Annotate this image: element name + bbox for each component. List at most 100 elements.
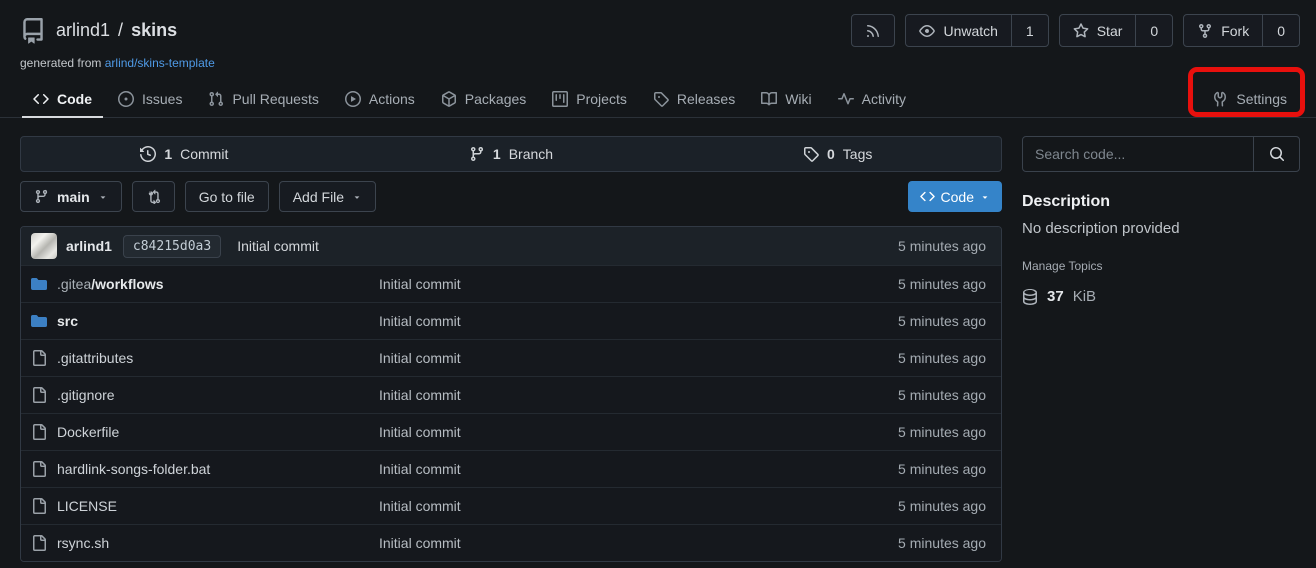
template-repo-link[interactable]: arlind/skins-template — [105, 56, 215, 70]
file-name-link[interactable]: rsync.sh — [57, 535, 109, 551]
file-commit-time: 5 minutes ago — [898, 461, 991, 477]
tab-wiki[interactable]: Wiki — [748, 81, 824, 117]
branch-selector[interactable]: main — [20, 181, 122, 212]
code-download-button[interactable]: Code — [908, 181, 1002, 212]
file-commit-time: 5 minutes ago — [898, 313, 991, 329]
file-row: src Initial commit 5 minutes ago — [21, 302, 1001, 339]
file-commit-message[interactable]: Initial commit — [379, 350, 461, 366]
code-icon — [920, 189, 935, 204]
code-controls: main Go to file Add File Code — [20, 181, 1002, 212]
commits-stat[interactable]: 1 Commit — [21, 137, 348, 171]
file-commit-message[interactable]: Initial commit — [379, 276, 461, 292]
code-button-label: Code — [941, 189, 974, 205]
file-name-link[interactable]: Dockerfile — [57, 424, 119, 440]
description-title: Description — [1022, 193, 1300, 211]
compare-button[interactable] — [132, 181, 175, 212]
tab-projects[interactable]: Projects — [539, 81, 640, 117]
branch-icon — [34, 189, 49, 204]
file-commit-message[interactable]: Initial commit — [379, 498, 461, 514]
repo-sidebar: Description No description provided Mana… — [1022, 136, 1300, 562]
tab-releases[interactable]: Releases — [640, 81, 748, 117]
commits-count: 1 — [164, 146, 172, 162]
activity-icon — [838, 91, 854, 107]
file-table: arlind1 c84215d0a3 Initial commit 5 minu… — [20, 226, 1002, 562]
rss-button-group — [851, 14, 895, 47]
file-name-link[interactable]: .gitignore — [57, 387, 115, 403]
file-commit-message[interactable]: Initial commit — [379, 424, 461, 440]
manage-topics-link[interactable]: Manage Topics — [1022, 259, 1103, 273]
avatar — [31, 233, 57, 259]
search-input[interactable] — [1023, 137, 1253, 171]
watchers-count[interactable]: 1 — [1011, 15, 1048, 46]
caret-down-icon — [352, 192, 362, 202]
forks-count[interactable]: 0 — [1262, 15, 1299, 46]
repo-owner-link[interactable]: arlind1 — [56, 20, 110, 41]
fork-button-group: Fork 0 — [1183, 14, 1300, 47]
current-branch-label: main — [57, 189, 90, 205]
latest-commit-row: arlind1 c84215d0a3 Initial commit 5 minu… — [21, 227, 1001, 265]
eye-icon — [919, 23, 935, 39]
file-commit-time: 5 minutes ago — [898, 387, 991, 403]
file-name: .gitattributes — [57, 350, 133, 366]
file-name-link[interactable]: .gitattributes — [57, 350, 133, 366]
tab-activity[interactable]: Activity — [825, 81, 919, 117]
file-name-link[interactable]: src — [57, 313, 78, 329]
file-row: .gitea/workflows Initial commit 5 minute… — [21, 265, 1001, 302]
file-icon — [31, 461, 47, 477]
tags-label: Tags — [843, 146, 873, 162]
tab-packages[interactable]: Packages — [428, 81, 539, 117]
commit-hash-link[interactable]: c84215d0a3 — [123, 235, 221, 258]
tab-pull-requests-label: Pull Requests — [232, 91, 318, 107]
file-row: .gitattributes Initial commit 5 minutes … — [21, 339, 1001, 376]
commit-message-link[interactable]: Initial commit — [237, 238, 319, 254]
page-title: arlind1/skins — [56, 20, 177, 41]
file-name-link[interactable]: .gitea/workflows — [57, 276, 164, 292]
caret-down-icon — [980, 192, 990, 202]
go-to-file-button[interactable]: Go to file — [185, 181, 269, 212]
caret-down-icon — [98, 192, 108, 202]
tab-settings[interactable]: Settings — [1199, 81, 1300, 117]
stars-count[interactable]: 0 — [1135, 15, 1172, 46]
file-icon — [31, 424, 47, 440]
repo-size: 37 KiB — [1022, 288, 1300, 305]
file-row: .gitignore Initial commit 5 minutes ago — [21, 376, 1001, 413]
commit-author-link[interactable]: arlind1 — [66, 238, 112, 254]
tab-code[interactable]: Code — [20, 81, 105, 117]
repo-action-buttons: Unwatch 1 Star 0 Fork 0 — [851, 14, 1300, 47]
pull-request-icon — [208, 91, 224, 107]
tab-pull-requests[interactable]: Pull Requests — [195, 81, 331, 117]
file-commit-message[interactable]: Initial commit — [379, 387, 461, 403]
repo-header: arlind1/skins Unwatch 1 Star 0 — [0, 0, 1316, 70]
star-button[interactable]: Star — [1060, 15, 1136, 46]
file-name-link[interactable]: LICENSE — [57, 498, 117, 514]
fork-button[interactable]: Fork — [1184, 15, 1262, 46]
add-file-button[interactable]: Add File — [279, 181, 376, 212]
search-button[interactable] — [1253, 137, 1299, 171]
issue-icon — [118, 91, 134, 107]
tags-stat[interactable]: 0 Tags — [674, 137, 1001, 171]
rss-button[interactable] — [852, 15, 894, 46]
database-icon — [1022, 289, 1038, 305]
tab-actions[interactable]: Actions — [332, 81, 428, 117]
repo-icon — [20, 18, 46, 44]
file-commit-message[interactable]: Initial commit — [379, 461, 461, 477]
file-row: rsync.sh Initial commit 5 minutes ago — [21, 524, 1001, 561]
tags-count: 0 — [827, 146, 835, 162]
tab-activity-label: Activity — [862, 91, 906, 107]
code-search-box — [1022, 136, 1300, 172]
repo-tabbar: Code Issues Pull Requests Actions Packag… — [0, 81, 1316, 118]
unwatch-button[interactable]: Unwatch — [906, 15, 1010, 46]
tab-issues-label: Issues — [142, 91, 182, 107]
file-commit-message[interactable]: Initial commit — [379, 535, 461, 551]
tag-icon — [803, 146, 819, 162]
repo-name-link[interactable]: skins — [131, 20, 177, 41]
description-text: No description provided — [1022, 220, 1300, 237]
fork-icon — [1197, 23, 1213, 39]
file-commit-message[interactable]: Initial commit — [379, 313, 461, 329]
tab-issues[interactable]: Issues — [105, 81, 195, 117]
branches-stat[interactable]: 1 Branch — [348, 137, 675, 171]
branches-count: 1 — [493, 146, 501, 162]
file-commit-time: 5 minutes ago — [898, 276, 991, 292]
project-icon — [552, 91, 568, 107]
file-name-link[interactable]: hardlink-songs-folder.bat — [57, 461, 210, 477]
